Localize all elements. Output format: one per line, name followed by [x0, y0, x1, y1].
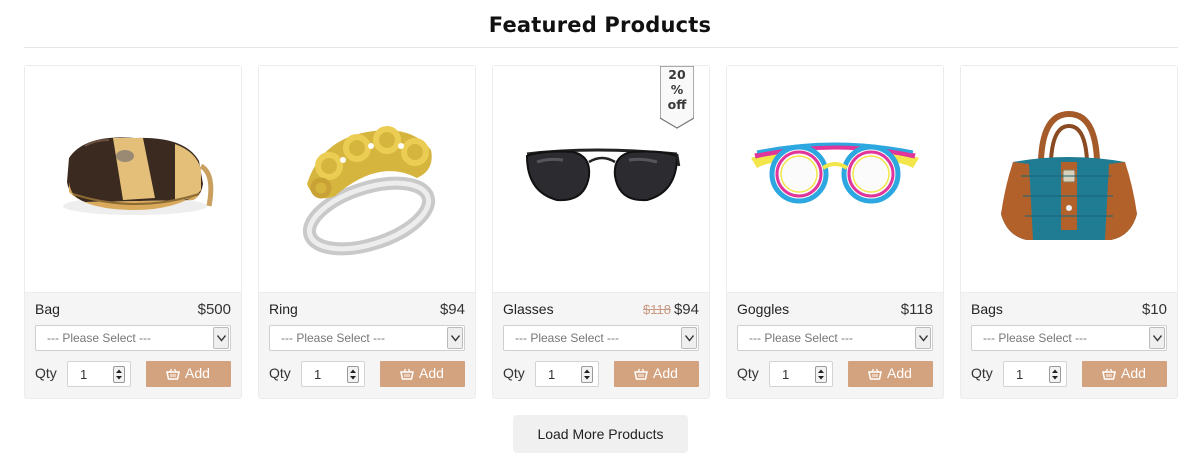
qty-label: Qty — [35, 365, 57, 381]
quantity-stepper[interactable]: 1 — [1003, 361, 1067, 387]
title-divider — [24, 47, 1178, 48]
select-placeholder: --- Please Select --- — [47, 331, 152, 345]
quantity-stepper[interactable]: 1 — [67, 361, 131, 387]
add-label: Add — [1121, 365, 1146, 381]
option-select[interactable]: --- Please Select --- — [737, 325, 933, 351]
add-to-cart-button[interactable]: Add — [614, 361, 699, 387]
qty-label: Qty — [269, 365, 291, 381]
product-card-bag: Bag $500 --- Please Select --- Qty 1 Add — [24, 65, 242, 399]
spinner-arrows-icon[interactable] — [1049, 366, 1061, 383]
quantity-value[interactable]: 1 — [80, 367, 87, 382]
product-price: $10 — [1141, 301, 1167, 318]
basket-icon — [400, 368, 414, 380]
section-title: Featured Products — [488, 13, 712, 37]
product-price: $94 — [439, 301, 465, 318]
select-placeholder: --- Please Select --- — [281, 331, 386, 345]
chevron-down-icon[interactable] — [213, 327, 229, 349]
spinner-arrows-icon[interactable] — [347, 366, 359, 383]
quantity-value[interactable]: 1 — [1016, 367, 1023, 382]
basket-icon — [868, 368, 882, 380]
product-card-bags: Bags $10 --- Please Select --- Qty 1 Add — [960, 65, 1178, 399]
product-name: Goggles — [737, 301, 790, 317]
option-select[interactable]: --- Please Select --- — [971, 325, 1167, 351]
bag-image — [63, 137, 214, 215]
spinner-arrows-icon[interactable] — [113, 366, 125, 383]
chevron-down-icon[interactable] — [1149, 327, 1165, 349]
qty-label: Qty — [971, 365, 993, 381]
add-label: Add — [419, 365, 444, 381]
discount-badge: 20 % off — [660, 66, 694, 130]
product-price-group: $118 $94 — [643, 301, 699, 318]
product-grid: Bag $500 --- Please Select --- Qty 1 Add — [24, 65, 1178, 399]
discount-label: 20 % off — [667, 67, 687, 112]
quantity-stepper[interactable]: 1 — [535, 361, 599, 387]
add-to-cart-button[interactable]: Add — [848, 361, 933, 387]
product-price: $94 — [673, 301, 699, 318]
add-to-cart-button[interactable]: Add — [1082, 361, 1167, 387]
product-image-ring[interactable] — [259, 66, 475, 293]
quantity-value[interactable]: 1 — [548, 367, 555, 382]
option-select[interactable]: --- Please Select --- — [269, 325, 465, 351]
product-name: Ring — [269, 301, 298, 317]
chevron-down-icon[interactable] — [915, 327, 931, 349]
qty-label: Qty — [737, 365, 759, 381]
add-to-cart-button[interactable]: Add — [146, 361, 231, 387]
old-price: $118 — [643, 302, 671, 317]
product-price: $118 — [900, 301, 933, 318]
select-placeholder: --- Please Select --- — [983, 331, 1088, 345]
add-label: Add — [653, 365, 678, 381]
product-name: Bags — [971, 301, 1003, 317]
handbag-image — [1001, 110, 1137, 240]
ring-image — [302, 126, 436, 256]
option-select[interactable]: --- Please Select --- — [35, 325, 231, 351]
chevron-down-icon[interactable] — [447, 327, 463, 349]
spinner-arrows-icon[interactable] — [815, 366, 827, 383]
product-card-glasses: 20 % off Glasses $118 $94 --- Please Sele… — [492, 65, 710, 399]
select-placeholder: --- Please Select --- — [515, 331, 620, 345]
product-image-bag[interactable] — [25, 66, 241, 293]
product-name: Bag — [35, 301, 60, 317]
goggles-image — [751, 142, 919, 204]
qty-label: Qty — [503, 365, 525, 381]
option-select[interactable]: --- Please Select --- — [503, 325, 699, 351]
basket-icon — [166, 368, 180, 380]
product-price: $500 — [197, 301, 231, 318]
add-to-cart-button[interactable]: Add — [380, 361, 465, 387]
add-label: Add — [185, 365, 210, 381]
load-more-button[interactable]: Load More Products — [513, 415, 688, 453]
add-label: Add — [887, 365, 912, 381]
select-placeholder: --- Please Select --- — [749, 331, 854, 345]
quantity-value[interactable]: 1 — [782, 367, 789, 382]
spinner-arrows-icon[interactable] — [581, 366, 593, 383]
chevron-down-icon[interactable] — [681, 327, 697, 349]
product-card-goggles: Goggles $118 --- Please Select --- Qty 1… — [726, 65, 944, 399]
basket-icon — [1102, 368, 1116, 380]
product-image-bags[interactable] — [961, 66, 1177, 293]
quantity-stepper[interactable]: 1 — [769, 361, 833, 387]
quantity-value[interactable]: 1 — [314, 367, 321, 382]
product-image-goggles[interactable] — [727, 66, 943, 293]
product-name: Glasses — [503, 301, 554, 317]
product-card-ring: Ring $94 --- Please Select --- Qty 1 Add — [258, 65, 476, 399]
basket-icon — [634, 368, 648, 380]
quantity-stepper[interactable]: 1 — [301, 361, 365, 387]
